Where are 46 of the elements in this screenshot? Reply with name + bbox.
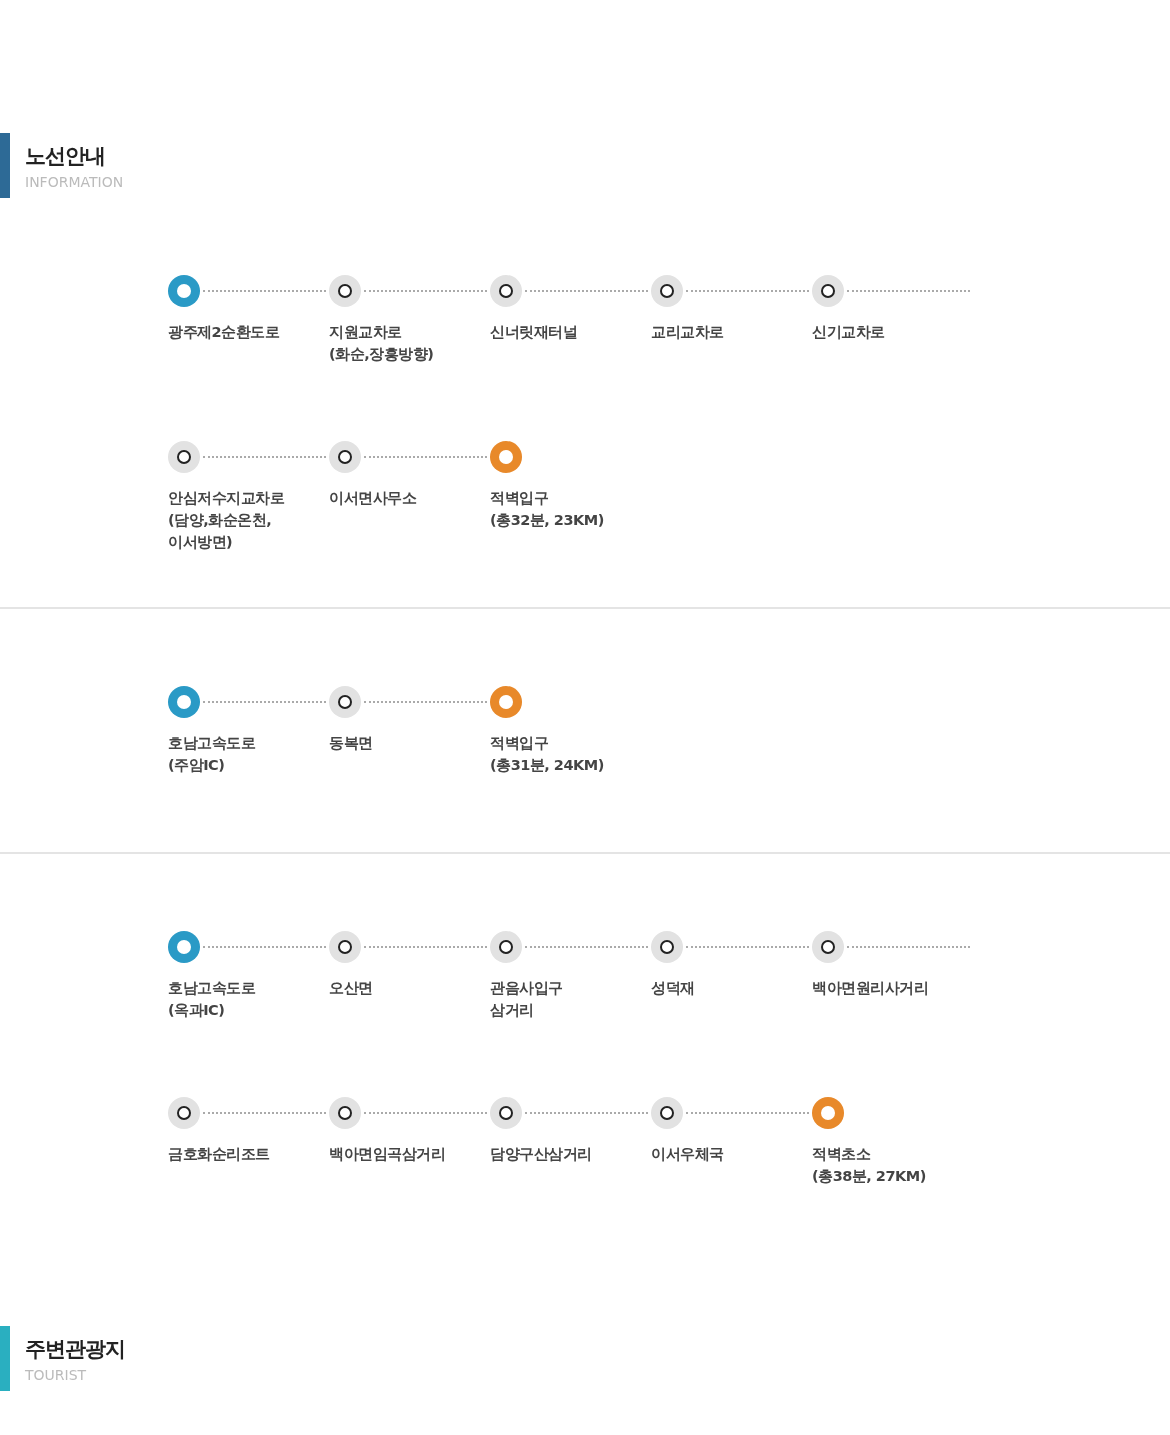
stop-label: 금호화순리조트 [168,1145,271,1164]
stop-marker-icon [329,686,361,718]
stop-label: 교리교차로 [651,323,725,342]
stop-label: 적벽입구 (총32분, 23KM) [490,489,605,530]
stop-marker-icon [168,441,200,473]
stop-marker-icon [329,931,361,963]
stop-marker-icon [490,686,522,718]
stop-label: 동복면 [329,734,374,753]
stop-label: 신너릿재터널 [490,323,578,342]
stop-marker-icon [651,931,683,963]
stop-marker-icon [329,441,361,473]
stop-label: 이서면사무소 [329,489,417,508]
stop-marker-icon [168,275,200,307]
stop-marker-icon [329,1097,361,1129]
stop-marker-icon [812,931,844,963]
stop-marker-icon [812,1097,844,1129]
stop-marker-icon [168,1097,200,1129]
stop-label: 광주제2순환도로 [168,323,281,342]
stop-marker-icon [490,275,522,307]
stop-marker-icon [168,686,200,718]
stop-label: 적벽입구 (총31분, 24KM) [490,734,605,775]
stop-label: 신기교차로 [812,323,886,342]
section-title: 노선안내 [25,142,106,170]
stop-marker-icon [490,1097,522,1129]
stop-marker-icon [651,1097,683,1129]
stop-label: 이서우체국 [651,1145,725,1164]
stop-label: 백아면임곡삼거리 [329,1145,446,1164]
stop-label: 지원교차로 (화순,장흥방향) [329,323,435,364]
stop-marker-icon [168,931,200,963]
stop-marker-icon [490,931,522,963]
stop-label: 관음사입구 삼거리 [490,979,564,1020]
stop-label: 호남고속도로 (주암IC) [168,734,256,775]
stop-marker-icon [651,275,683,307]
stop-label: 오산면 [329,979,374,998]
stop-marker-icon [329,275,361,307]
section-title: 주변관광지 [25,1335,125,1363]
section-subtitle: INFORMATION [25,173,124,190]
stop-label: 적벽초소 (총38분, 27KM) [812,1145,927,1186]
stop-label: 안심저수지교차로 (담양,화순온천, 이서방면) [168,489,285,552]
stop-marker-icon [490,441,522,473]
section-subtitle: TOURIST [25,1366,88,1383]
stop-label: 호남고속도로 (옥과IC) [168,979,256,1020]
stop-label: 성덕재 [651,979,696,998]
stop-label: 백아면원리사거리 [812,979,929,998]
stop-marker-icon [812,275,844,307]
stop-label: 담양구산삼거리 [490,1145,593,1164]
